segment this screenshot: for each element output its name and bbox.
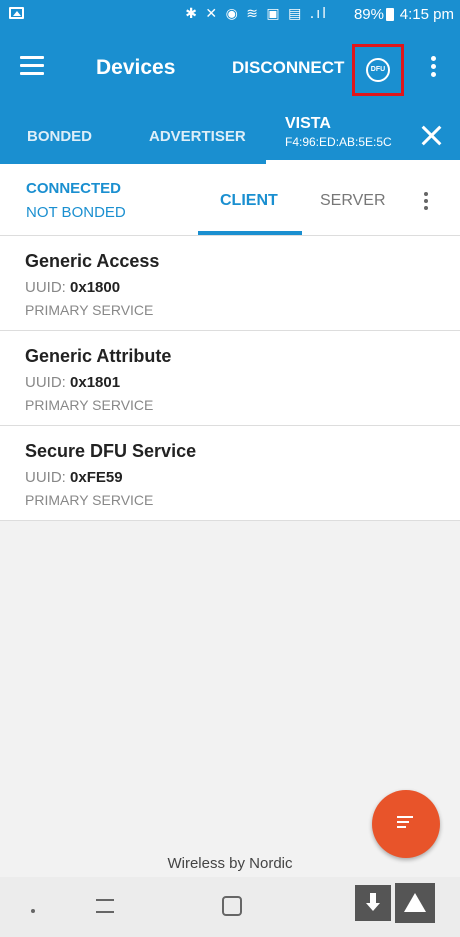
bond-status: NOT BONDED [26, 204, 126, 221]
log-icon [397, 816, 413, 831]
drive-icon[interactable] [395, 883, 435, 923]
service-item-secure-dfu[interactable]: Secure DFU Service UUID: 0xFE59 PRIMARY … [0, 427, 460, 521]
device-mac-address: F4:96:ED:AB:5E:5C [285, 135, 392, 149]
nav-dot-icon [31, 909, 35, 913]
service-type: PRIMARY SERVICE [25, 302, 154, 318]
service-uuid: UUID: 0xFE59 [25, 469, 123, 486]
home-icon[interactable] [222, 896, 242, 916]
tab-client[interactable]: CLIENT [220, 192, 278, 210]
tab-advertiser[interactable]: ADVERTISER [149, 128, 246, 145]
recent-apps-icon[interactable] [96, 899, 114, 913]
service-type: PRIMARY SERVICE [25, 397, 154, 413]
battery-icon [386, 8, 394, 21]
dfu-button[interactable]: DFU [352, 44, 404, 96]
tab-server[interactable]: SERVER [320, 192, 386, 210]
service-uuid: UUID: 0x1800 [25, 279, 121, 296]
client-tab-indicator [198, 231, 302, 235]
service-item-generic-attribute[interactable]: Generic Attribute UUID: 0x1801 PRIMARY S… [0, 332, 460, 426]
tab-device-vista[interactable]: VISTA F4:96:ED:AB:5E:5C [285, 115, 392, 149]
app-bar: Devices DISCONNECT DFU [0, 30, 460, 108]
connection-bar: CONNECTED NOT BONDED CLIENT SERVER [0, 164, 460, 236]
service-name: Secure DFU Service [25, 441, 197, 461]
service-item-generic-access[interactable]: Generic Access UUID: 0x1800 PRIMARY SERV… [0, 237, 460, 331]
connection-status: CONNECTED [26, 180, 122, 197]
hamburger-menu-icon[interactable] [20, 56, 44, 76]
gallery-icon [9, 7, 24, 19]
close-icon[interactable] [420, 124, 442, 146]
system-nav-bar [0, 877, 460, 937]
device-name: VISTA [285, 115, 331, 132]
service-type: PRIMARY SERVICE [25, 492, 154, 508]
dfu-icon: DFU [366, 58, 390, 82]
service-name: Generic Access [25, 251, 160, 271]
clock: 4:15 pm [399, 6, 454, 23]
disconnect-button[interactable]: DISCONNECT [232, 58, 344, 78]
app-title: Devices [96, 56, 176, 79]
log-fab-button[interactable] [372, 790, 440, 858]
download-icon[interactable] [355, 885, 391, 921]
tab-bonded[interactable]: BONDED [27, 128, 92, 145]
status-bar: ✱ ✕ ◉ ≋ ▣ ▤ .ıl 89% 4:15 pm [0, 0, 460, 30]
device-tab-bar: BONDED ADVERTISER VISTA F4:96:ED:AB:5E:5… [0, 108, 460, 164]
overflow-menu-icon[interactable] [428, 56, 438, 80]
footer-text: Wireless by Nordic [167, 855, 293, 872]
battery-level: 89% [353, 6, 384, 23]
service-name: Generic Attribute [25, 346, 172, 366]
connection-overflow-icon[interactable] [422, 192, 430, 212]
status-icons: ✱ ✕ ◉ ≋ ▣ ▤ .ıl [185, 6, 328, 22]
service-uuid: UUID: 0x1801 [25, 374, 121, 391]
